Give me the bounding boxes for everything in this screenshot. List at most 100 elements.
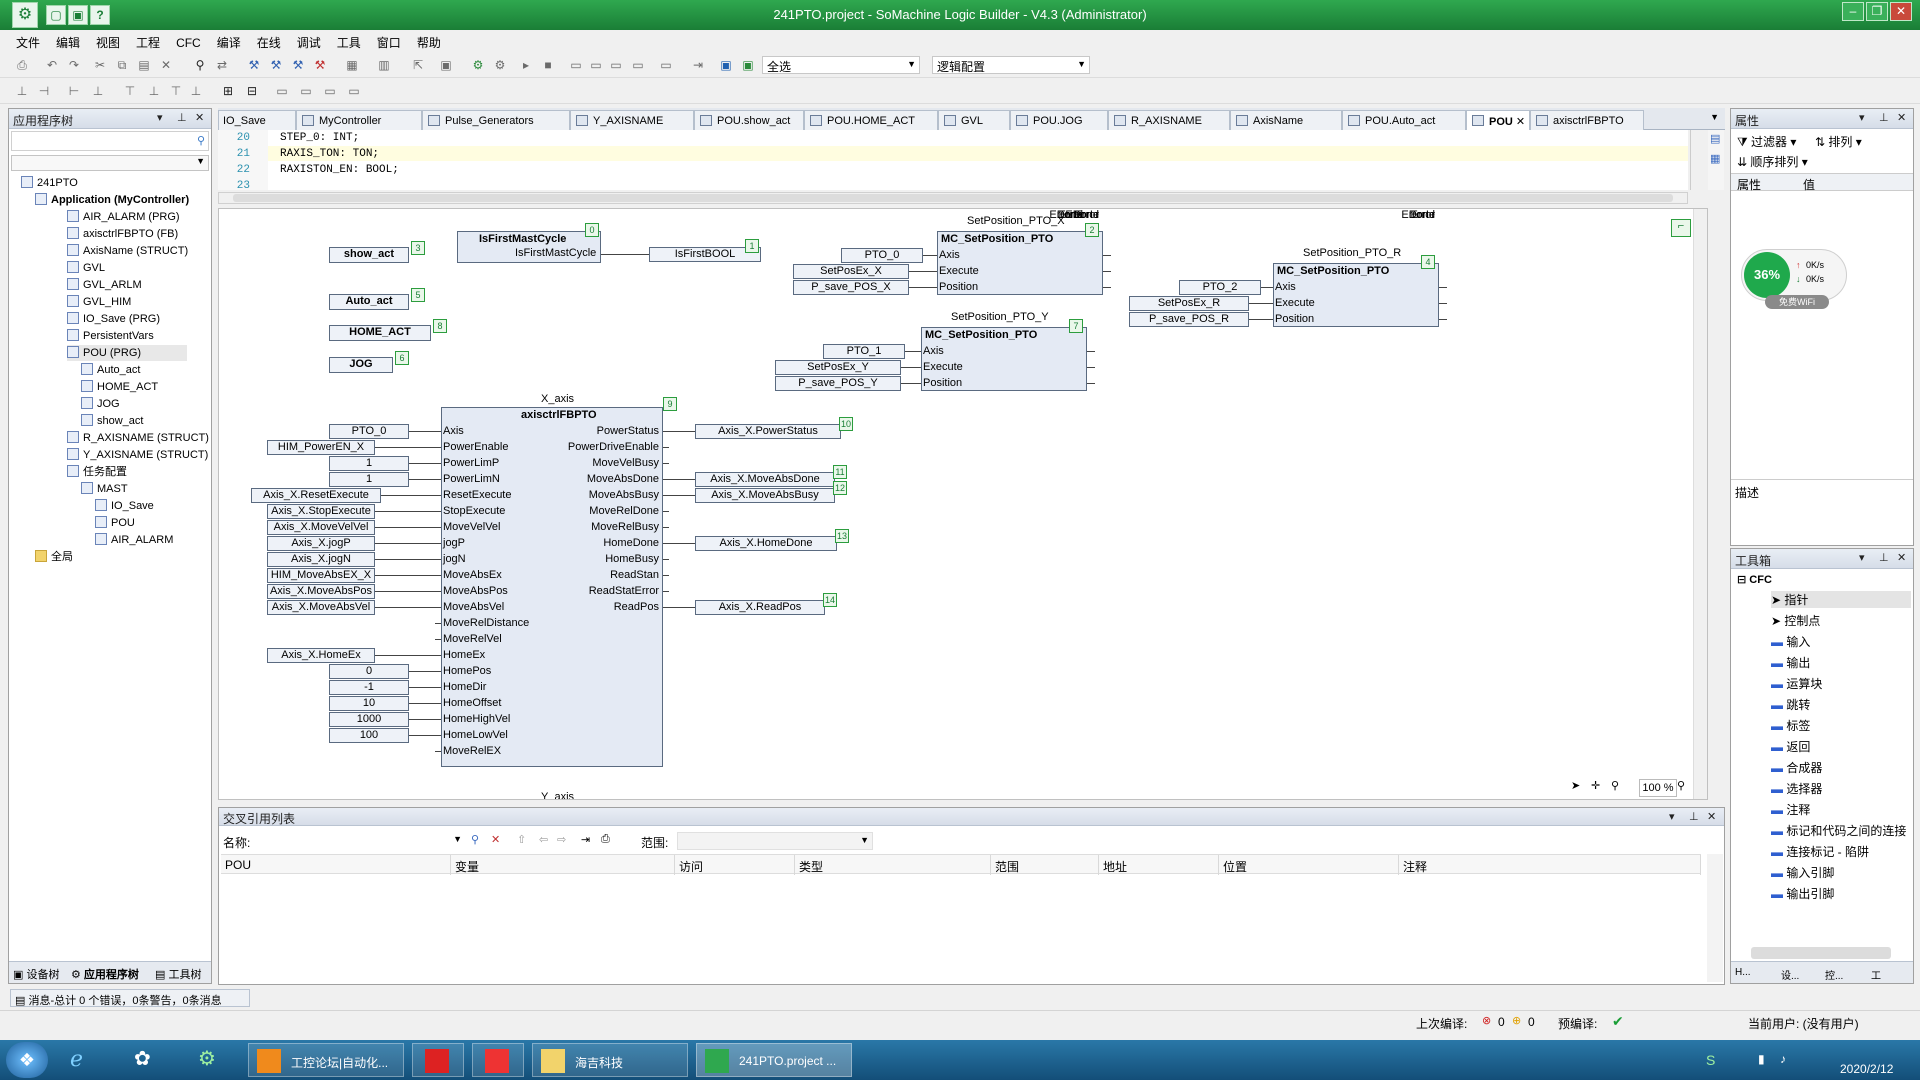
menu-cfc[interactable]: CFC <box>168 32 209 50</box>
tree-item[interactable]: Y_AXISNAME (STRUCT) <box>67 447 208 463</box>
filter-button[interactable]: ⧩ 过滤器 ▾ <box>1737 133 1796 150</box>
menu-build[interactable]: 编译 <box>209 30 249 51</box>
tree-item[interactable]: IO_Save (PRG) <box>67 311 160 327</box>
logic-config-combo[interactable]: 逻辑配置 ▼ <box>932 56 1090 74</box>
menu-tools[interactable]: 工具 <box>329 30 369 51</box>
input-variable[interactable]: HIM_MoveAbsEX_X <box>267 568 375 583</box>
tree-item[interactable]: AIR_ALARM (PRG) <box>67 209 180 225</box>
task-folder[interactable]: 海吉科技 <box>532 1043 688 1077</box>
maximize-button[interactable]: ❐ <box>1866 2 1888 21</box>
code-line[interactable]: RAXIS_TON: TON; <box>280 148 379 160</box>
tab-axisctrlfbpto[interactable]: axisctrlFBPTO <box>1530 110 1644 130</box>
output-variable[interactable]: Axis_X.MoveAbsBusy <box>695 488 835 503</box>
undo-icon[interactable]: ↶ <box>44 57 60 73</box>
tab-control[interactable]: 控... <box>1825 967 1843 982</box>
tab-pou-home-act[interactable]: POU.HOME_ACT <box>804 110 938 130</box>
tab-r-axisname[interactable]: R_AXISNAME <box>1108 110 1230 130</box>
free-wifi-badge[interactable]: 免费WiFi <box>1765 295 1829 309</box>
tab-pou-auto-act[interactable]: POU.Auto_act <box>1342 110 1466 130</box>
print-icon[interactable]: ⎙ <box>14 57 30 73</box>
name-input[interactable]: ▼ <box>257 832 465 850</box>
input-variable[interactable]: SetPosEx_Y <box>775 360 901 375</box>
rebuild-icon[interactable]: ⚒ <box>268 57 284 73</box>
column-header[interactable]: 注释 <box>1399 855 1701 875</box>
tree-item[interactable]: POU <box>95 515 135 531</box>
splitter-bar[interactable] <box>218 192 1688 204</box>
cfc-tool-7-icon[interactable]: ⊤ <box>168 83 184 99</box>
export-icon[interactable]: ⇱ <box>410 57 426 73</box>
output-variable[interactable]: Axis_X.MoveAbsDone <box>695 472 835 487</box>
minimize-button[interactable]: – <box>1842 2 1864 21</box>
zoom-fit-icon[interactable]: ⚲ <box>1677 779 1693 797</box>
reset-icon[interactable]: ▭ <box>568 57 584 73</box>
menu-edit[interactable]: 编辑 <box>48 30 88 51</box>
tab-gvl[interactable]: GVL <box>938 110 1010 130</box>
up-icon[interactable]: ⇧ <box>517 833 526 846</box>
copy-icon[interactable]: ⧉ <box>114 57 130 73</box>
build-icon[interactable]: ⚒ <box>246 57 262 73</box>
menu-file[interactable]: 文件 <box>0 30 48 51</box>
toolbox-item[interactable]: ▬ 输入 <box>1771 633 1810 650</box>
tree-item[interactable]: Application (MyController) <box>35 192 189 208</box>
cfc-mode-icon[interactable]: ⌐ <box>1671 219 1691 237</box>
toolbox-item[interactable]: ▬ 运算块 <box>1771 675 1822 692</box>
input-variable[interactable]: 0 <box>329 664 409 679</box>
toolbox-item[interactable]: ➤ 控制点 <box>1771 612 1820 629</box>
login-icon[interactable]: ⚙ <box>470 57 486 73</box>
cfc-tool-8-icon[interactable]: ⊥ <box>188 83 204 99</box>
column-header[interactable]: 范围 <box>991 855 1099 875</box>
output-variable[interactable]: Axis_X.HomeDone <box>695 536 837 551</box>
tab-pou-show-act[interactable]: POU.show_act <box>694 110 804 130</box>
close-icon[interactable]: ✕ <box>1897 551 1906 564</box>
cfc-tool-9-icon[interactable]: ▭ <box>274 83 290 99</box>
input-variable[interactable]: 1000 <box>329 712 409 727</box>
delete-icon[interactable]: ✕ <box>158 57 174 73</box>
column-header[interactable]: 访问 <box>675 855 795 875</box>
input-variable[interactable]: P_save_POS_X <box>793 280 909 295</box>
action-box-2[interactable]: HOME_ACT <box>329 325 431 341</box>
tree-item[interactable]: axisctrlFBPTO (FB) <box>67 226 178 242</box>
column-header[interactable]: 地址 <box>1099 855 1219 875</box>
task-forum[interactable]: 工控论坛|自动化... <box>248 1043 404 1077</box>
device-icon[interactable]: ▣ <box>438 57 454 73</box>
sort-button[interactable]: ⇅ 排列 ▾ <box>1815 133 1862 150</box>
clean-all-icon[interactable]: ⚒ <box>312 57 328 73</box>
input-variable[interactable]: -1 <box>329 680 409 695</box>
tab-pou-jog[interactable]: POU.JOG <box>1010 110 1108 130</box>
menu-window[interactable]: 窗口 <box>369 30 409 51</box>
cfc-order2-icon[interactable]: ⊟ <box>244 83 260 99</box>
tree-item[interactable]: 241PTO <box>21 175 78 191</box>
input-variable[interactable]: SetPosEx_R <box>1129 296 1249 311</box>
horizontal-scrollbar-thumb[interactable] <box>233 194 1673 202</box>
column-header[interactable]: POU <box>221 855 451 875</box>
toolbox-item[interactable]: ▬ 合成器 <box>1771 759 1822 776</box>
tree-item[interactable]: AIR_ALARM <box>95 532 173 548</box>
toolbox-item[interactable]: ▬ 注释 <box>1771 801 1810 818</box>
window-icon[interactable]: ▦ <box>344 57 360 73</box>
tab-tools-tree[interactable]: ▤ 工具树 <box>155 966 201 982</box>
input-variable[interactable]: Axis_X.jogN <box>267 552 375 567</box>
scope-select[interactable]: ▼ <box>677 832 873 850</box>
tree-item[interactable]: GVL <box>67 260 105 276</box>
cfc-tool-12-icon[interactable]: ▭ <box>346 83 362 99</box>
menu-debug[interactable]: 调试 <box>289 30 329 51</box>
tree-item[interactable]: MAST <box>81 481 128 497</box>
cfc-tool-5-icon[interactable]: ⊤ <box>122 83 138 99</box>
search-icon[interactable]: ⚲ <box>471 833 479 846</box>
chevron-down-icon[interactable]: ▼ <box>1710 112 1719 122</box>
cfc-tool-2-icon[interactable]: ⊣ <box>36 83 52 99</box>
app-pinned-icon[interactable]: ✿ <box>134 1046 164 1074</box>
pin-icon[interactable]: ⊥ <box>1879 111 1889 124</box>
pin-icon[interactable]: ⊥ <box>177 111 187 124</box>
toolbox-item[interactable]: ▬ 跳转 <box>1771 696 1810 713</box>
cfc-tool-11-icon[interactable]: ▭ <box>322 83 338 99</box>
task-somachine[interactable]: 241PTO.project ... <box>696 1043 852 1077</box>
input-variable[interactable]: P_save_POS_R <box>1129 312 1249 327</box>
tray-network-icon[interactable]: ▮ <box>1758 1052 1765 1066</box>
toolbox-item[interactable]: ▬ 返回 <box>1771 738 1810 755</box>
breakpoint-icon[interactable]: ▭ <box>588 57 604 73</box>
action-box-0[interactable]: show_act <box>329 247 409 263</box>
run-icon[interactable]: ▸ <box>518 57 534 73</box>
xref-scrollbar[interactable] <box>1707 854 1723 982</box>
tree-item[interactable]: PersistentVars <box>67 328 154 344</box>
